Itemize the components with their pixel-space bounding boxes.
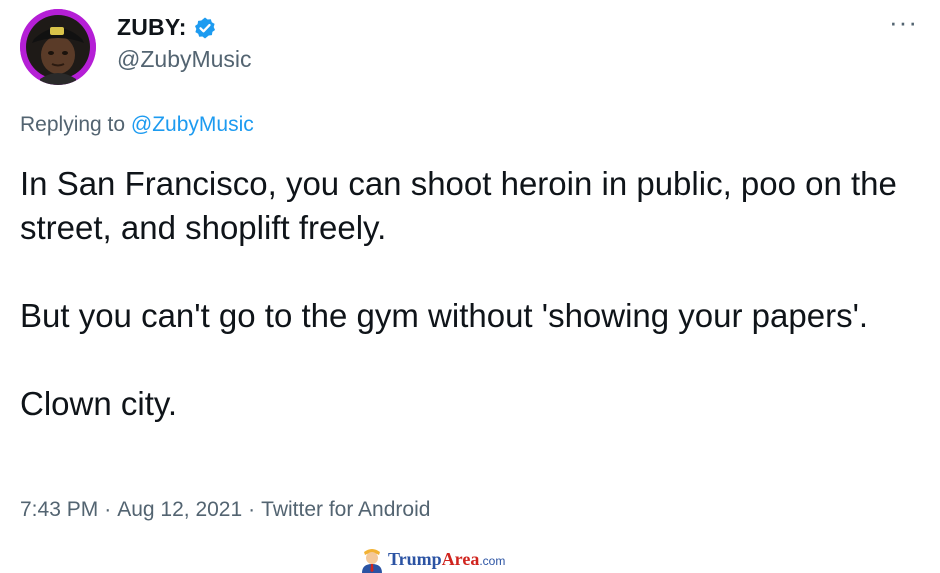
watermark-suffix: .com (479, 554, 506, 568)
tweet-time[interactable]: 7:43 PM (20, 498, 98, 521)
watermark-logo-icon (362, 549, 382, 573)
more-options-icon[interactable]: ··· (889, 9, 918, 35)
tweet-source: Twitter for Android (261, 498, 431, 521)
replying-to-label: Replying to (20, 113, 126, 136)
tweet-paragraph: Clown city. (20, 385, 178, 422)
replying-to: Replying to @ZubyMusic (20, 113, 254, 137)
tweet-paragraph: But you can't go to the gym without 'sho… (20, 297, 869, 334)
meta-separator: · (248, 498, 256, 521)
author-name-row: ZUBY: (117, 14, 217, 41)
watermark-brand: Trump (388, 549, 442, 569)
author-handle[interactable]: @ZubyMusic (117, 46, 252, 73)
tweet-date[interactable]: Aug 12, 2021 (117, 498, 242, 521)
author-display-name[interactable]: ZUBY: (117, 14, 187, 41)
verified-badge-icon (194, 17, 215, 38)
watermark: TrumpArea.com (360, 546, 505, 573)
tweet-card: ZUBY: @ZubyMusic ··· Replying to @ZubyMu… (0, 0, 940, 573)
tweet-text: In San Francisco, you can shoot heroin i… (20, 162, 920, 426)
meta-separator: · (104, 498, 112, 521)
tweet-paragraph: In San Francisco, you can shoot heroin i… (20, 165, 897, 246)
watermark-brand-accent: Area (441, 549, 480, 569)
user-avatar[interactable] (20, 9, 96, 85)
avatar-image (20, 9, 96, 85)
watermark-text: TrumpArea.com (388, 549, 505, 570)
reply-mention-link[interactable]: @ZubyMusic (131, 113, 254, 136)
tweet-metadata: 7:43 PM · Aug 12, 2021 · Twitter for Android (20, 498, 430, 522)
